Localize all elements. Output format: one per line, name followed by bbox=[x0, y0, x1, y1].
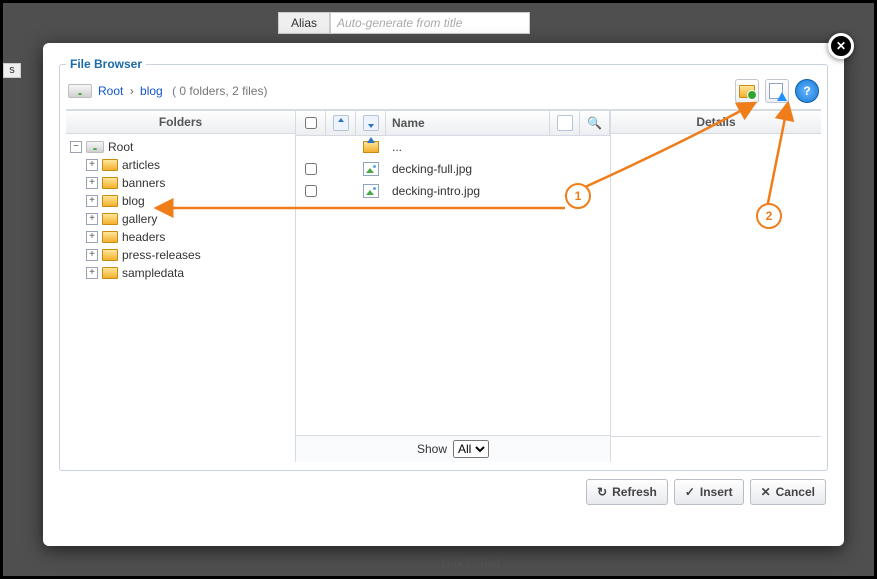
files-pane: Name 🔍 ... decking-full.jpg decking-intro… bbox=[296, 111, 611, 462]
tree-item-label: gallery bbox=[122, 212, 157, 226]
folder-icon bbox=[102, 249, 118, 261]
sort-desc-icon bbox=[363, 115, 379, 131]
left-tab-stub: s bbox=[3, 63, 21, 78]
tree-item-label: press-releases bbox=[122, 248, 201, 262]
file-browser-modal: ✕ File Browser Root › blog ( 0 folders, … bbox=[43, 43, 844, 546]
sort-desc-button[interactable] bbox=[356, 111, 386, 135]
close-icon: ✕ bbox=[761, 485, 771, 499]
toolbar: Root › blog ( 0 folders, 2 files) ? bbox=[66, 77, 821, 110]
show-label: Show bbox=[417, 442, 447, 456]
folder-icon bbox=[102, 213, 118, 225]
breadcrumb: Root › blog ( 0 folders, 2 files) bbox=[98, 84, 267, 98]
tree-item-label: sampledata bbox=[122, 266, 184, 280]
file-name: decking-intro.jpg bbox=[386, 184, 550, 198]
cancel-label: Cancel bbox=[776, 485, 815, 499]
expand-toggle[interactable]: + bbox=[86, 159, 98, 171]
sort-asc-button[interactable] bbox=[326, 111, 356, 135]
files-header-row: Name 🔍 bbox=[296, 111, 610, 136]
file-browser-fieldset: File Browser Root › blog ( 0 folders, 2 … bbox=[59, 57, 828, 471]
folders-header: Folders bbox=[66, 111, 295, 134]
folder-up-icon bbox=[363, 141, 379, 153]
folder-icon bbox=[102, 195, 118, 207]
tree-item-label: banners bbox=[122, 176, 165, 190]
drive-icon bbox=[86, 141, 104, 153]
expand-toggle[interactable]: + bbox=[86, 177, 98, 189]
breadcrumb-root[interactable]: Root bbox=[98, 84, 123, 98]
dim-backdrop: Alias Auto-generate from title s Link C … bbox=[0, 0, 877, 579]
image-icon bbox=[363, 184, 379, 198]
files-footer: Show All bbox=[296, 435, 610, 462]
file-list[interactable]: ... decking-full.jpg decking-intro.jpg bbox=[296, 136, 610, 435]
upload-icon bbox=[769, 83, 785, 99]
bottom-text: Link C Text bbox=[441, 556, 500, 570]
file-name: decking-full.jpg bbox=[386, 162, 550, 176]
tree-item[interactable]: + press-releases bbox=[68, 246, 293, 264]
check-icon: ✓ bbox=[685, 485, 695, 499]
breadcrumb-stats: ( 0 folders, 2 files) bbox=[172, 84, 267, 98]
dialog-buttons: ↻ Refresh ✓ Insert ✕ Cancel bbox=[59, 471, 828, 505]
select-all-cell[interactable] bbox=[296, 111, 326, 135]
folder-tree[interactable]: − Root + articles + banners + blog + gallery + he… bbox=[66, 134, 295, 462]
column-search-button[interactable]: 🔍 bbox=[580, 111, 610, 135]
folder-up-row[interactable]: ... bbox=[296, 136, 610, 158]
details-header: Details bbox=[611, 111, 821, 134]
alias-input-underlay: Auto-generate from title bbox=[330, 12, 530, 34]
file-checkbox[interactable] bbox=[305, 163, 317, 175]
cancel-button[interactable]: ✕ Cancel bbox=[750, 479, 826, 505]
tree-item[interactable]: + headers bbox=[68, 228, 293, 246]
folder-icon bbox=[102, 231, 118, 243]
expand-toggle[interactable]: − bbox=[70, 141, 82, 153]
props-icon bbox=[557, 115, 573, 131]
details-pane: Details bbox=[611, 111, 821, 462]
binoculars-icon: 🔍 bbox=[587, 116, 602, 130]
file-row[interactable]: decking-intro.jpg bbox=[296, 180, 610, 202]
expand-toggle[interactable]: + bbox=[86, 249, 98, 261]
folder-icon bbox=[102, 159, 118, 171]
breadcrumb-current[interactable]: blog bbox=[140, 84, 163, 98]
folder-icon bbox=[102, 177, 118, 189]
tree-item[interactable]: + gallery bbox=[68, 210, 293, 228]
folder-icon bbox=[102, 267, 118, 279]
tree-item[interactable]: + articles bbox=[68, 156, 293, 174]
sort-asc-icon bbox=[333, 115, 349, 131]
column-name[interactable]: Name bbox=[386, 111, 550, 135]
help-button[interactable]: ? bbox=[795, 79, 819, 103]
expand-toggle[interactable]: + bbox=[86, 267, 98, 279]
expand-toggle[interactable]: + bbox=[86, 231, 98, 243]
image-icon bbox=[363, 162, 379, 176]
tree-item[interactable]: + sampledata bbox=[68, 264, 293, 282]
show-select[interactable]: All bbox=[453, 440, 489, 458]
close-icon[interactable]: ✕ bbox=[828, 33, 854, 59]
file-row[interactable]: decking-full.jpg bbox=[296, 158, 610, 180]
alias-label: Alias bbox=[278, 12, 330, 34]
new-folder-button[interactable] bbox=[735, 79, 759, 103]
column-props-button[interactable] bbox=[550, 111, 580, 135]
refresh-button[interactable]: ↻ Refresh bbox=[586, 479, 668, 505]
expand-toggle[interactable]: + bbox=[86, 195, 98, 207]
folder-new-icon bbox=[739, 85, 755, 98]
folder-up-label: ... bbox=[386, 140, 550, 154]
refresh-label: Refresh bbox=[612, 485, 657, 499]
upload-button[interactable] bbox=[765, 79, 789, 103]
tree-item[interactable]: + banners bbox=[68, 174, 293, 192]
file-checkbox[interactable] bbox=[305, 185, 317, 197]
tree-item[interactable]: + blog bbox=[68, 192, 293, 210]
file-browser-legend: File Browser bbox=[66, 57, 146, 71]
folders-pane: Folders − Root + articles + banners + blog + ga… bbox=[66, 111, 296, 462]
tree-item-label: headers bbox=[122, 230, 165, 244]
tree-item-label: articles bbox=[122, 158, 160, 172]
insert-label: Insert bbox=[700, 485, 733, 499]
insert-button[interactable]: ✓ Insert bbox=[674, 479, 744, 505]
tree-root-label[interactable]: Root bbox=[108, 140, 133, 154]
tree-item-label: blog bbox=[122, 194, 145, 208]
drive-icon bbox=[68, 84, 92, 98]
expand-toggle[interactable]: + bbox=[86, 213, 98, 225]
refresh-icon: ↻ bbox=[597, 485, 607, 499]
breadcrumb-separator: › bbox=[130, 84, 134, 98]
select-all-checkbox[interactable] bbox=[305, 117, 317, 129]
